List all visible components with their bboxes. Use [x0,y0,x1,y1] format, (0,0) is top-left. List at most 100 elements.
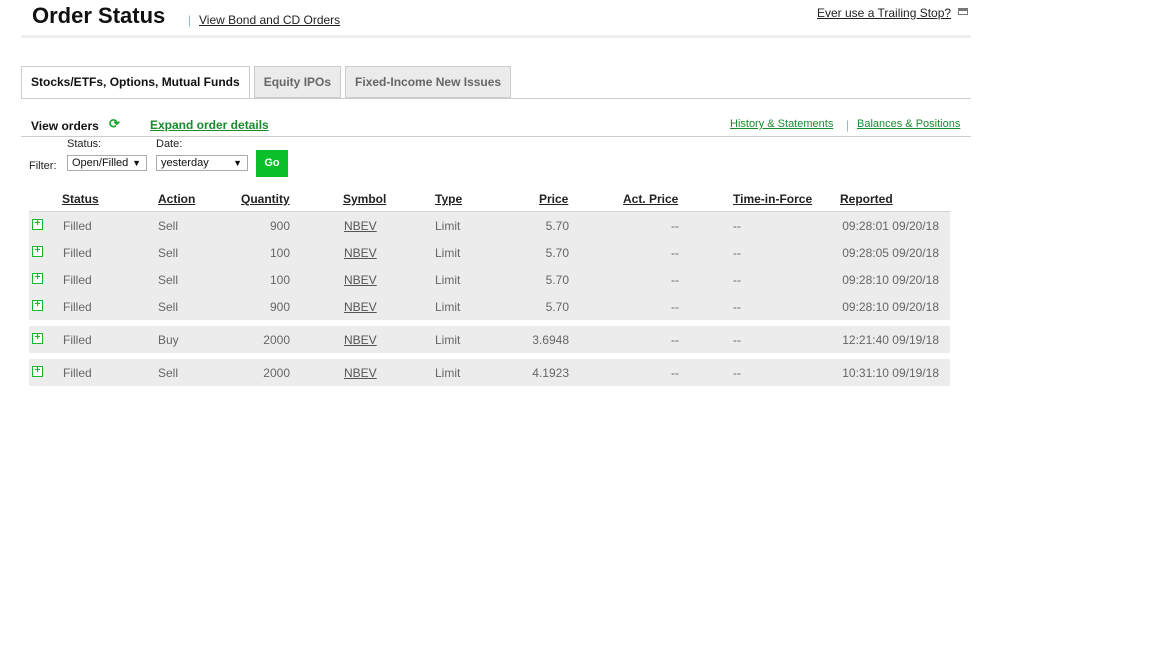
cell-price: 5.70 [545,246,569,260]
cell-status: Filled [63,246,92,260]
cell-price: 4.1923 [532,366,569,380]
cell-tif: -- [733,219,741,233]
cell-price: 5.70 [545,219,569,233]
order-tabs: Stocks/ETFs, Options, Mutual Funds Equit… [21,66,512,99]
cell-type: Limit [435,333,461,347]
column-header-quantity[interactable]: Quantity [241,192,290,206]
cell-quantity: 100 [269,273,290,287]
cell-reported: 09:28:05 09/20/18 [842,246,939,260]
expand-row-icon[interactable]: + [32,333,43,344]
cell-symbol[interactable]: NBEV [344,366,377,380]
cell-quantity: 900 [269,219,290,233]
cell-act-price: -- [671,219,679,233]
cell-act-price: -- [671,366,679,380]
cell-symbol[interactable]: NBEV [344,333,377,347]
tab-equity-ipos[interactable]: Equity IPOs [253,66,342,98]
cell-price: 5.70 [545,300,569,314]
cell-quantity: 2000 [263,366,290,380]
cell-reported: 12:21:40 09/19/18 [842,333,939,347]
status-select[interactable]: Open/Filled ▼ [67,155,147,171]
column-header-action[interactable]: Action [158,192,195,206]
table-row: + Filled Buy 2000 NBEV Limit 3.6948 -- -- 12:21:4… [29,326,950,353]
cell-symbol[interactable]: NBEV [344,246,377,260]
cell-status: Filled [63,273,92,287]
cell-type: Limit [435,219,461,233]
cell-tif: -- [733,366,741,380]
cell-quantity: 900 [269,300,290,314]
column-header-reported[interactable]: Reported [840,192,893,206]
expand-row-icon[interactable]: + [32,219,43,230]
balances-positions-link[interactable]: Balances & Positions [857,118,960,130]
date-select[interactable]: yesterday ▼ [156,155,248,171]
cell-status: Filled [63,300,92,314]
cell-status: Filled [63,219,92,233]
cell-symbol[interactable]: NBEV [344,300,377,314]
table-row: + Filled Sell 100 NBEV Limit 5.70 -- -- 09:28:10 … [29,266,950,293]
table-row: + Filled Sell 900 NBEV Limit 5.70 -- -- 09:28:10 … [29,293,950,320]
cell-act-price: -- [671,333,679,347]
separator: | [846,118,850,132]
separator: | [188,13,192,27]
table-row: + Filled Sell 900 NBEV Limit 5.70 -- -- 09:28:01 … [29,212,950,239]
popup-window-icon[interactable] [958,8,968,15]
column-header-type[interactable]: Type [435,192,462,206]
cell-reported: 09:28:01 09/20/18 [842,219,939,233]
cell-tif: -- [733,300,741,314]
expand-row-icon[interactable]: + [32,300,43,311]
expand-row-icon[interactable]: + [32,366,43,377]
header-divider [21,35,971,38]
column-header-symbol[interactable]: Symbol [343,192,386,206]
expand-row-icon[interactable]: + [32,273,43,284]
status-select-value: Open/Filled [72,157,129,169]
tab-fixed-income-new-issues[interactable]: Fixed-Income New Issues [345,66,512,98]
view-bond-cd-orders-link[interactable]: View Bond and CD Orders [199,13,340,27]
cell-symbol[interactable]: NBEV [344,273,377,287]
cell-type: Limit [435,273,461,287]
cell-price: 5.70 [545,273,569,287]
cell-reported: 09:28:10 09/20/18 [842,273,939,287]
cell-action: Sell [158,300,179,314]
chevron-down-icon: ▼ [132,158,141,168]
cell-tif: -- [733,333,741,347]
cell-reported: 09:28:10 09/20/18 [842,300,939,314]
cell-act-price: -- [671,246,679,260]
column-header-time-in-force[interactable]: Time-in-Force [733,192,812,206]
cell-quantity: 2000 [263,333,290,347]
cell-status: Filled [63,366,92,380]
column-header-act-price[interactable]: Act. Price [623,192,678,206]
cell-action: Sell [158,219,179,233]
status-filter-label: Status: [67,138,102,150]
tab-stocks-etfs-options-mutual-funds[interactable]: Stocks/ETFs, Options, Mutual Funds [21,66,250,99]
date-select-value: yesterday [161,157,209,169]
cell-act-price: -- [671,300,679,314]
filter-label: Filter: [29,160,57,172]
cell-symbol[interactable]: NBEV [344,219,377,233]
cell-action: Sell [158,366,179,380]
cell-type: Limit [435,366,461,380]
order-group: + Filled Sell 2000 NBEV Limit 4.1923 -- -- 10:31:… [29,359,950,386]
expand-order-details-link[interactable]: Expand order details [150,118,269,132]
view-orders-label: View orders [31,119,99,133]
order-group: + Filled Sell 900 NBEV Limit 5.70 -- -- 09:28:01 … [29,212,950,320]
refresh-icon[interactable]: ⟳ [109,116,120,132]
order-group: + Filled Buy 2000 NBEV Limit 3.6948 -- -- 12:21:4… [29,326,950,353]
cell-type: Limit [435,300,461,314]
expand-row-icon[interactable]: + [32,246,43,257]
chevron-down-icon: ▼ [233,158,242,168]
column-header-status[interactable]: Status [62,192,99,206]
cell-action: Buy [158,333,179,347]
history-statements-link[interactable]: History & Statements [730,118,833,130]
column-header-price[interactable]: Price [539,192,568,206]
table-row: + Filled Sell 100 NBEV Limit 5.70 -- -- 09:28:05 … [29,239,950,266]
cell-type: Limit [435,246,461,260]
go-button[interactable]: Go [256,150,288,177]
cell-status: Filled [63,333,92,347]
tab-divider [21,98,971,99]
cell-price: 3.6948 [532,333,569,347]
cell-action: Sell [158,273,179,287]
cell-tif: -- [733,273,741,287]
date-filter-label: Date: [156,138,183,150]
cell-reported: 10:31:10 09/19/18 [842,366,939,380]
trailing-stop-link[interactable]: Ever use a Trailing Stop? [817,6,951,20]
cell-action: Sell [158,246,179,260]
